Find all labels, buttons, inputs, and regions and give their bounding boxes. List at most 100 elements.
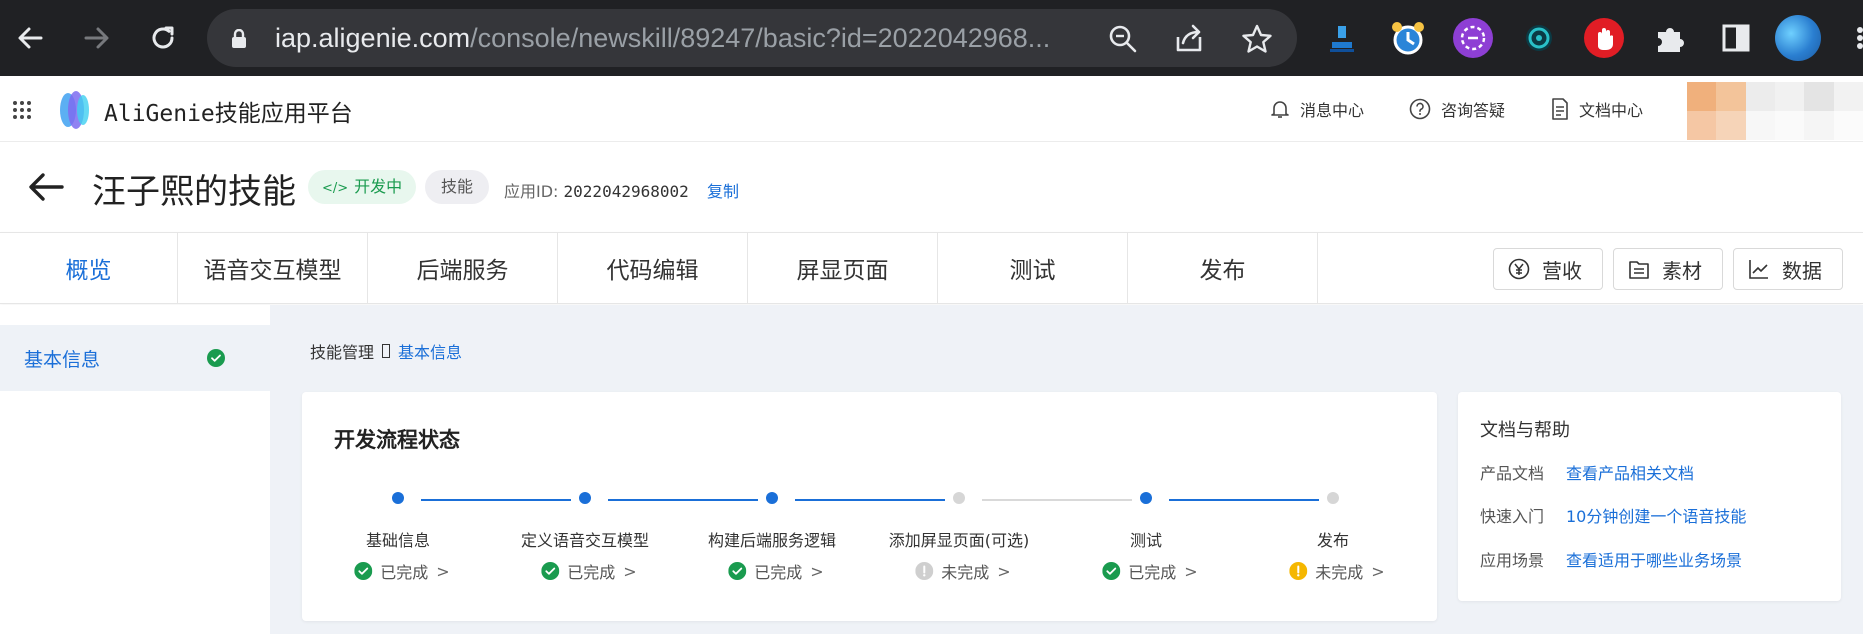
extension-purple-icon[interactable]: [1453, 18, 1493, 58]
tab-overview[interactable]: 概览: [0, 233, 178, 303]
revenue-label: 营收: [1542, 258, 1582, 283]
help-row-link[interactable]: 10分钟创建一个语音技能: [1566, 503, 1746, 527]
app-id: 应用ID: 2022042968002: [504, 178, 689, 202]
check-circle-icon: [541, 562, 560, 580]
doc-center-link[interactable]: 文档中心: [1551, 97, 1643, 121]
step-dot: [953, 492, 965, 504]
sidebar-item-basic-info[interactable]: 基本信息: [0, 325, 270, 391]
step-status-link[interactable]: 未完成 >: [1289, 559, 1385, 583]
app-id-label: 应用ID:: [504, 182, 559, 201]
share-icon[interactable]: [1173, 23, 1205, 55]
url-host: iap.aligenie.com: [275, 23, 471, 53]
help-card: 文档与帮助 产品文档 查看产品相关文档 快速入门 10分钟创建一个语音技能 应用…: [1458, 392, 1841, 601]
zoom-icon[interactable]: [1107, 23, 1139, 55]
warning-circle-icon: [1289, 562, 1308, 580]
menu-dots-icon[interactable]: [1852, 18, 1863, 58]
data-label: 数据: [1782, 258, 1822, 283]
step-status-link[interactable]: 已完成 >: [728, 559, 824, 583]
doc-center-label: 文档中心: [1579, 101, 1644, 120]
status-badge-label: 开发中: [354, 177, 403, 196]
message-center-link[interactable]: 消息中心: [1270, 97, 1364, 121]
main-content: 技能管理 基本信息 开发流程状态 基础信息 定义语音交互模型 构建后端服务逻辑 …: [270, 305, 1863, 634]
step-status-label: 已完成: [754, 563, 803, 582]
extension-alarm-clock-icon[interactable]: [1388, 18, 1428, 58]
type-badge: 技能: [425, 170, 490, 204]
status-badge: </> 开发中: [308, 170, 417, 204]
star-icon[interactable]: [1241, 23, 1273, 55]
help-row-link[interactable]: 查看适用于哪些业务场景: [1566, 547, 1742, 571]
help-row: 产品文档 查看产品相关文档: [1480, 460, 1694, 484]
aligenie-logo-icon: [56, 88, 92, 132]
help-row-link[interactable]: 查看产品相关文档: [1566, 460, 1694, 484]
flow-status-card: 开发流程状态 基础信息 定义语音交互模型 构建后端服务逻辑 添加屏显页面(可选)…: [302, 392, 1437, 621]
reload-icon[interactable]: [145, 20, 181, 56]
copy-app-id-link[interactable]: 复制: [707, 178, 739, 202]
message-center-label: 消息中心: [1300, 101, 1365, 120]
material-icon: [1629, 261, 1649, 279]
profile-avatar[interactable]: [1775, 15, 1821, 61]
extension-stop-hand-icon[interactable]: [1584, 18, 1624, 58]
lock-icon[interactable]: [231, 28, 247, 53]
browser-toolbar: iap.aligenie.com/console/newskill/89247/…: [0, 0, 1863, 76]
app-header: AliGenie技能应用平台 消息中心 咨询答疑 文档中心: [0, 76, 1863, 142]
forward-arrow-icon[interactable]: [79, 20, 115, 56]
tab-screen-page[interactable]: 屏显页面: [748, 233, 938, 303]
step-status-link[interactable]: 已完成 >: [1102, 559, 1198, 583]
chevron-right-icon: >: [997, 561, 1011, 581]
help-row-key: 应用场景: [1480, 551, 1545, 570]
yen-circle-icon: [1508, 258, 1530, 280]
question-circle-icon: [1409, 98, 1431, 120]
chevron-right-icon: >: [436, 561, 450, 581]
tab-code-edit[interactable]: 代码编辑: [558, 233, 748, 303]
app-id-value: 2022042968002: [563, 182, 689, 201]
step-status-label: 未完成: [1315, 563, 1364, 582]
user-avatar-blurred[interactable]: [1687, 82, 1863, 140]
chevron-right-icon: >: [623, 561, 637, 581]
step-name: 定义语音交互模型: [520, 531, 650, 550]
step-dot: [766, 492, 778, 504]
apps-grid-icon[interactable]: [12, 100, 32, 120]
breadcrumb-root[interactable]: 技能管理: [310, 339, 374, 363]
document-icon: [1552, 98, 1568, 120]
bell-icon: [1271, 101, 1289, 118]
tab-voice-model[interactable]: 语音交互模型: [178, 233, 368, 303]
brand-name[interactable]: AliGenie技能应用平台: [104, 94, 353, 128]
step-connector: [982, 499, 1132, 501]
back-arrow-icon[interactable]: [12, 20, 48, 56]
step-dot: [579, 492, 591, 504]
help-row-key: 产品文档: [1480, 464, 1545, 483]
help-row: 应用场景 查看适用于哪些业务场景: [1480, 547, 1742, 571]
step-name: 发布: [1316, 531, 1350, 550]
material-button[interactable]: 素材: [1613, 248, 1723, 290]
step-status-link[interactable]: 已完成 >: [541, 559, 637, 583]
extensions-puzzle-icon[interactable]: [1650, 18, 1690, 58]
address-bar[interactable]: iap.aligenie.com/console/newskill/89247/…: [207, 9, 1297, 67]
step-dot: [1327, 492, 1339, 504]
step-status-label: 已完成: [1128, 563, 1177, 582]
step-dot: [392, 492, 404, 504]
sidebar: 基本信息: [0, 305, 270, 634]
extension-eye-icon[interactable]: [1519, 18, 1559, 58]
step-connector: [608, 499, 758, 501]
check-circle-icon: [728, 562, 747, 580]
step-status-link[interactable]: 已完成 >: [354, 559, 450, 583]
step-name: 测试: [1129, 531, 1163, 550]
step-status-label: 已完成: [567, 563, 616, 582]
tab-backend[interactable]: 后端服务: [368, 233, 558, 303]
check-circle-icon: [354, 562, 373, 580]
extension-stamp-icon[interactable]: [1322, 18, 1362, 58]
data-button[interactable]: 数据: [1733, 248, 1843, 290]
url-path: /console/newskill/89247/basic?id=2022042…: [470, 23, 1051, 53]
line-chart-icon: [1749, 260, 1768, 279]
url-text[interactable]: iap.aligenie.com/console/newskill/89247/…: [275, 21, 1050, 55]
step-status-link[interactable]: 未完成 >: [915, 559, 1011, 583]
side-panel-icon[interactable]: [1716, 18, 1756, 58]
consult-link[interactable]: 咨询答疑: [1409, 97, 1505, 121]
back-arrow-icon[interactable]: [28, 172, 64, 206]
code-icon: </>: [322, 181, 349, 196]
tab-test[interactable]: 测试: [938, 233, 1128, 303]
help-row: 快速入门 10分钟创建一个语音技能: [1480, 503, 1746, 527]
revenue-button[interactable]: 营收: [1493, 248, 1603, 290]
tab-publish[interactable]: 发布: [1128, 233, 1318, 303]
breadcrumb-separator-icon: [382, 344, 391, 358]
